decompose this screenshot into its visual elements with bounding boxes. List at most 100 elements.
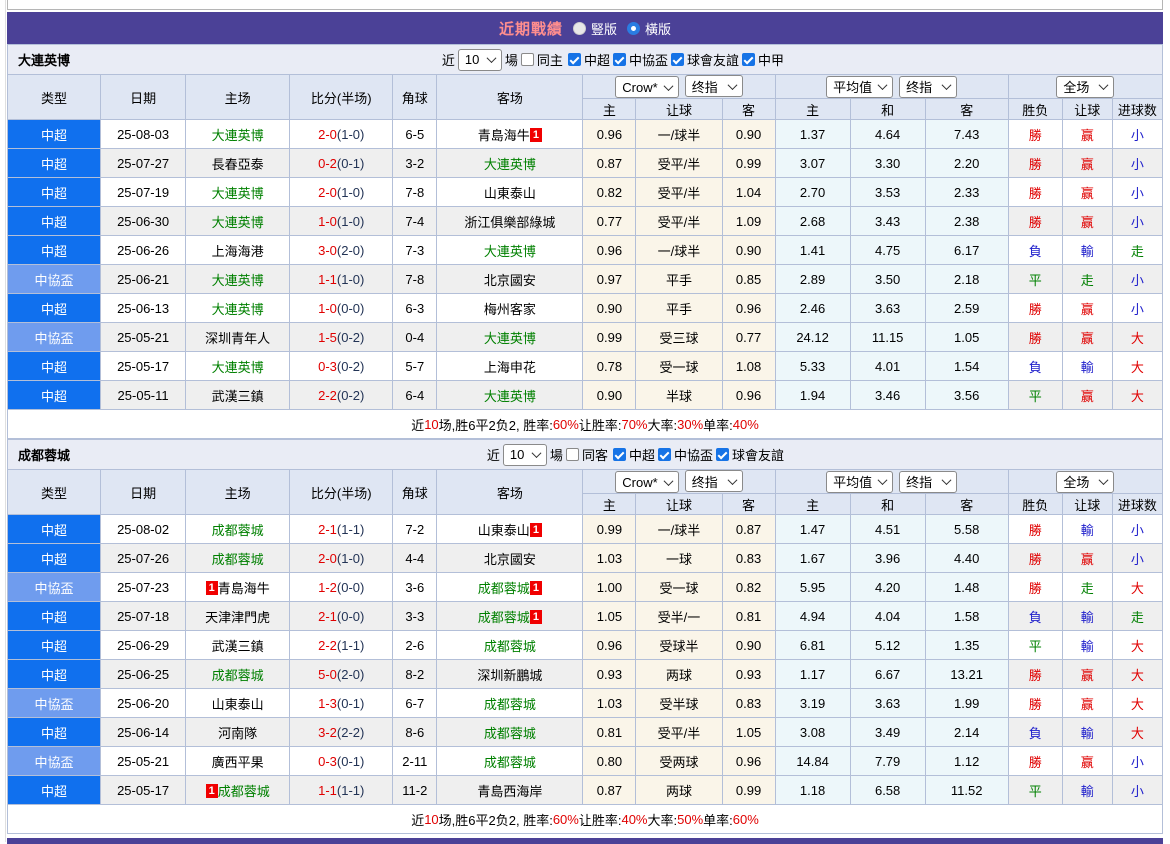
home-team-link[interactable]: 大連英博 xyxy=(212,186,264,201)
avg-away-odds: 2.20 xyxy=(924,148,1009,178)
away-team-link[interactable]: 成都蓉城 xyxy=(478,581,530,596)
result-outcome-cell: 平 xyxy=(1007,630,1063,660)
result-handicap-cell: 輸 xyxy=(1061,235,1113,265)
away-team-link[interactable]: 大連英博 xyxy=(484,389,536,404)
away-team-link[interactable]: 山東泰山 xyxy=(478,523,530,538)
bookmaker-select[interactable]: Crow* xyxy=(615,76,679,98)
league-filter-checkbox[interactable] xyxy=(612,448,626,461)
home-team-link[interactable]: 上海海港 xyxy=(212,244,264,259)
competition-cell: 中協盃 xyxy=(6,688,102,718)
bookmaker-select[interactable]: Crow* xyxy=(615,471,679,493)
competition-cell: 中協盃 xyxy=(6,572,102,602)
away-team-link[interactable]: 大連英博 xyxy=(484,157,536,172)
away-team-link[interactable]: 成都蓉城 xyxy=(484,726,536,741)
final-odds-select[interactable]: 终指 xyxy=(899,75,958,98)
home-team-link[interactable]: 廣西平果 xyxy=(212,755,264,770)
average-select[interactable]: 平均值 xyxy=(826,75,894,98)
away-team-link[interactable]: 山東泰山 xyxy=(484,186,536,201)
away-team-link[interactable]: 深圳新鵬城 xyxy=(477,668,542,683)
away-team-link[interactable]: 成都蓉城 xyxy=(478,610,530,625)
league-filter-checkbox[interactable] xyxy=(741,53,755,66)
home-team-link[interactable]: 青島海牛 xyxy=(218,581,270,596)
handicap-away-odds: 0.99 xyxy=(721,148,776,178)
avg-draw-odds: 5.12 xyxy=(849,630,926,660)
result-goals-cell: 大 xyxy=(1111,322,1164,352)
away-team-link[interactable]: 上海申花 xyxy=(484,360,536,375)
home-team-link[interactable]: 成都蓉城 xyxy=(212,552,264,567)
away-team-link[interactable]: 大連英博 xyxy=(484,244,536,259)
same-venue-checkbox[interactable] xyxy=(520,53,534,66)
radio-icon[interactable] xyxy=(627,21,640,35)
home-team-link[interactable]: 深圳青年人 xyxy=(205,331,270,346)
league-filter-checkbox[interactable] xyxy=(657,448,671,461)
avg-home-odds: 3.08 xyxy=(774,717,851,747)
final-odds-select[interactable]: 终指 xyxy=(684,75,743,97)
home-team-link[interactable]: 武漢三鎮 xyxy=(212,389,264,404)
final-odds-select[interactable]: 终指 xyxy=(684,470,743,492)
corners-cell: 3-6 xyxy=(392,572,438,602)
home-team-link[interactable]: 成都蓉城 xyxy=(212,523,264,538)
games-count-select[interactable]: 10 xyxy=(457,48,502,71)
average-select[interactable]: 平均值 xyxy=(826,470,894,493)
competition-cell: 中超 xyxy=(6,148,102,178)
league-filter-checkbox[interactable] xyxy=(567,53,581,66)
scope-select[interactable]: 全场 xyxy=(1056,75,1115,98)
league-filter-checkbox[interactable] xyxy=(715,448,729,461)
away-team-link[interactable]: 成都蓉城 xyxy=(484,639,536,654)
home-team-link[interactable]: 成都蓉城 xyxy=(218,784,270,799)
home-team-link[interactable]: 山東泰山 xyxy=(212,697,264,712)
away-team-link[interactable]: 北京國安 xyxy=(484,552,536,567)
date-cell: 25-06-30 xyxy=(100,206,187,236)
recent-matches-table: 类型 日期 主场 比分(半场) 角球 客场 Crow* 终指 平均值 终指 全场主让球客主和客胜负让… xyxy=(6,74,1164,410)
handicap-line: 一/球半 xyxy=(635,119,723,149)
home-team-link[interactable]: 武漢三鎮 xyxy=(212,639,264,654)
away-team-link[interactable]: 成都蓉城 xyxy=(484,697,536,712)
away-team-link[interactable]: 浙江俱樂部綠城 xyxy=(464,215,555,230)
away-team-link[interactable]: 梅州客家 xyxy=(484,302,536,317)
odds-source-header: Crow* 终指 xyxy=(582,74,776,99)
vertical-layout-radio[interactable]: 豎版 xyxy=(572,19,617,38)
home-team-link[interactable]: 大連英博 xyxy=(212,273,264,288)
away-team-link[interactable]: 北京國安 xyxy=(484,273,536,288)
score-cell: 1-0(0-0) xyxy=(289,293,394,323)
home-team-link[interactable]: 大連英博 xyxy=(212,360,264,375)
match-row: 中超 25-07-18 天津津門虎 2-1(0-0) 3-3 成都蓉城 1 1.05 受半/一 0… xyxy=(6,601,1164,631)
result-goals-cell: 小 xyxy=(1111,514,1164,544)
away-team-link[interactable]: 成都蓉城 xyxy=(484,755,536,770)
avg-home-odds: 1.47 xyxy=(774,514,851,544)
league-filter-checkbox[interactable] xyxy=(670,53,684,66)
date-cell: 25-06-13 xyxy=(100,293,187,323)
home-team-cell: 1 青島海牛 xyxy=(185,572,291,602)
handicap-away-odds: 0.96 xyxy=(721,746,776,776)
games-count-select[interactable]: 10 xyxy=(502,443,547,466)
avg-draw-odds: 3.96 xyxy=(849,543,926,573)
away-team-link[interactable]: 青島西海岸 xyxy=(477,784,542,799)
match-row: 中超 25-07-27 長春亞泰 0-2(0-1) 3-2 大連英博 0.87 受平/半 0.9… xyxy=(6,148,1164,178)
home-team-link[interactable]: 成都蓉城 xyxy=(212,668,264,683)
home-team-link[interactable]: 大連英博 xyxy=(212,215,264,230)
home-team-link[interactable]: 大連英博 xyxy=(212,128,264,143)
home-team-link[interactable]: 天津津門虎 xyxy=(205,610,270,625)
home-team-link[interactable]: 河南隊 xyxy=(218,726,257,741)
away-team-link[interactable]: 大連英博 xyxy=(484,331,536,346)
corners-cell: 8-6 xyxy=(392,717,438,747)
result-outcome-cell: 平 xyxy=(1007,264,1063,294)
final-odds-select[interactable]: 终指 xyxy=(899,470,958,493)
same-venue-checkbox[interactable] xyxy=(565,448,579,461)
halftime-score: (1-0) xyxy=(336,213,365,229)
home-team-link[interactable]: 長春亞泰 xyxy=(212,157,264,172)
scope-select[interactable]: 全场 xyxy=(1056,470,1115,493)
result-handicap-cell: 赢 xyxy=(1061,380,1113,410)
home-team-link[interactable]: 大連英博 xyxy=(212,302,264,317)
team-name: 成都蓉城 xyxy=(18,448,71,463)
radio-icon[interactable] xyxy=(572,21,586,35)
league-filter-checkbox[interactable] xyxy=(612,53,626,66)
handicap-home-odds: 0.78 xyxy=(582,351,637,381)
away-team-link[interactable]: 青島海牛 xyxy=(478,128,530,143)
score-cell: 1-3(0-1) xyxy=(289,688,394,718)
horizontal-layout-radio[interactable]: 橫版 xyxy=(627,19,671,38)
handicap-away-odds: 0.99 xyxy=(721,775,776,805)
result-handicap-cell: 赢 xyxy=(1061,148,1113,178)
date-cell: 25-06-25 xyxy=(100,659,187,689)
score-cell: 2-0(1-0) xyxy=(289,177,394,207)
